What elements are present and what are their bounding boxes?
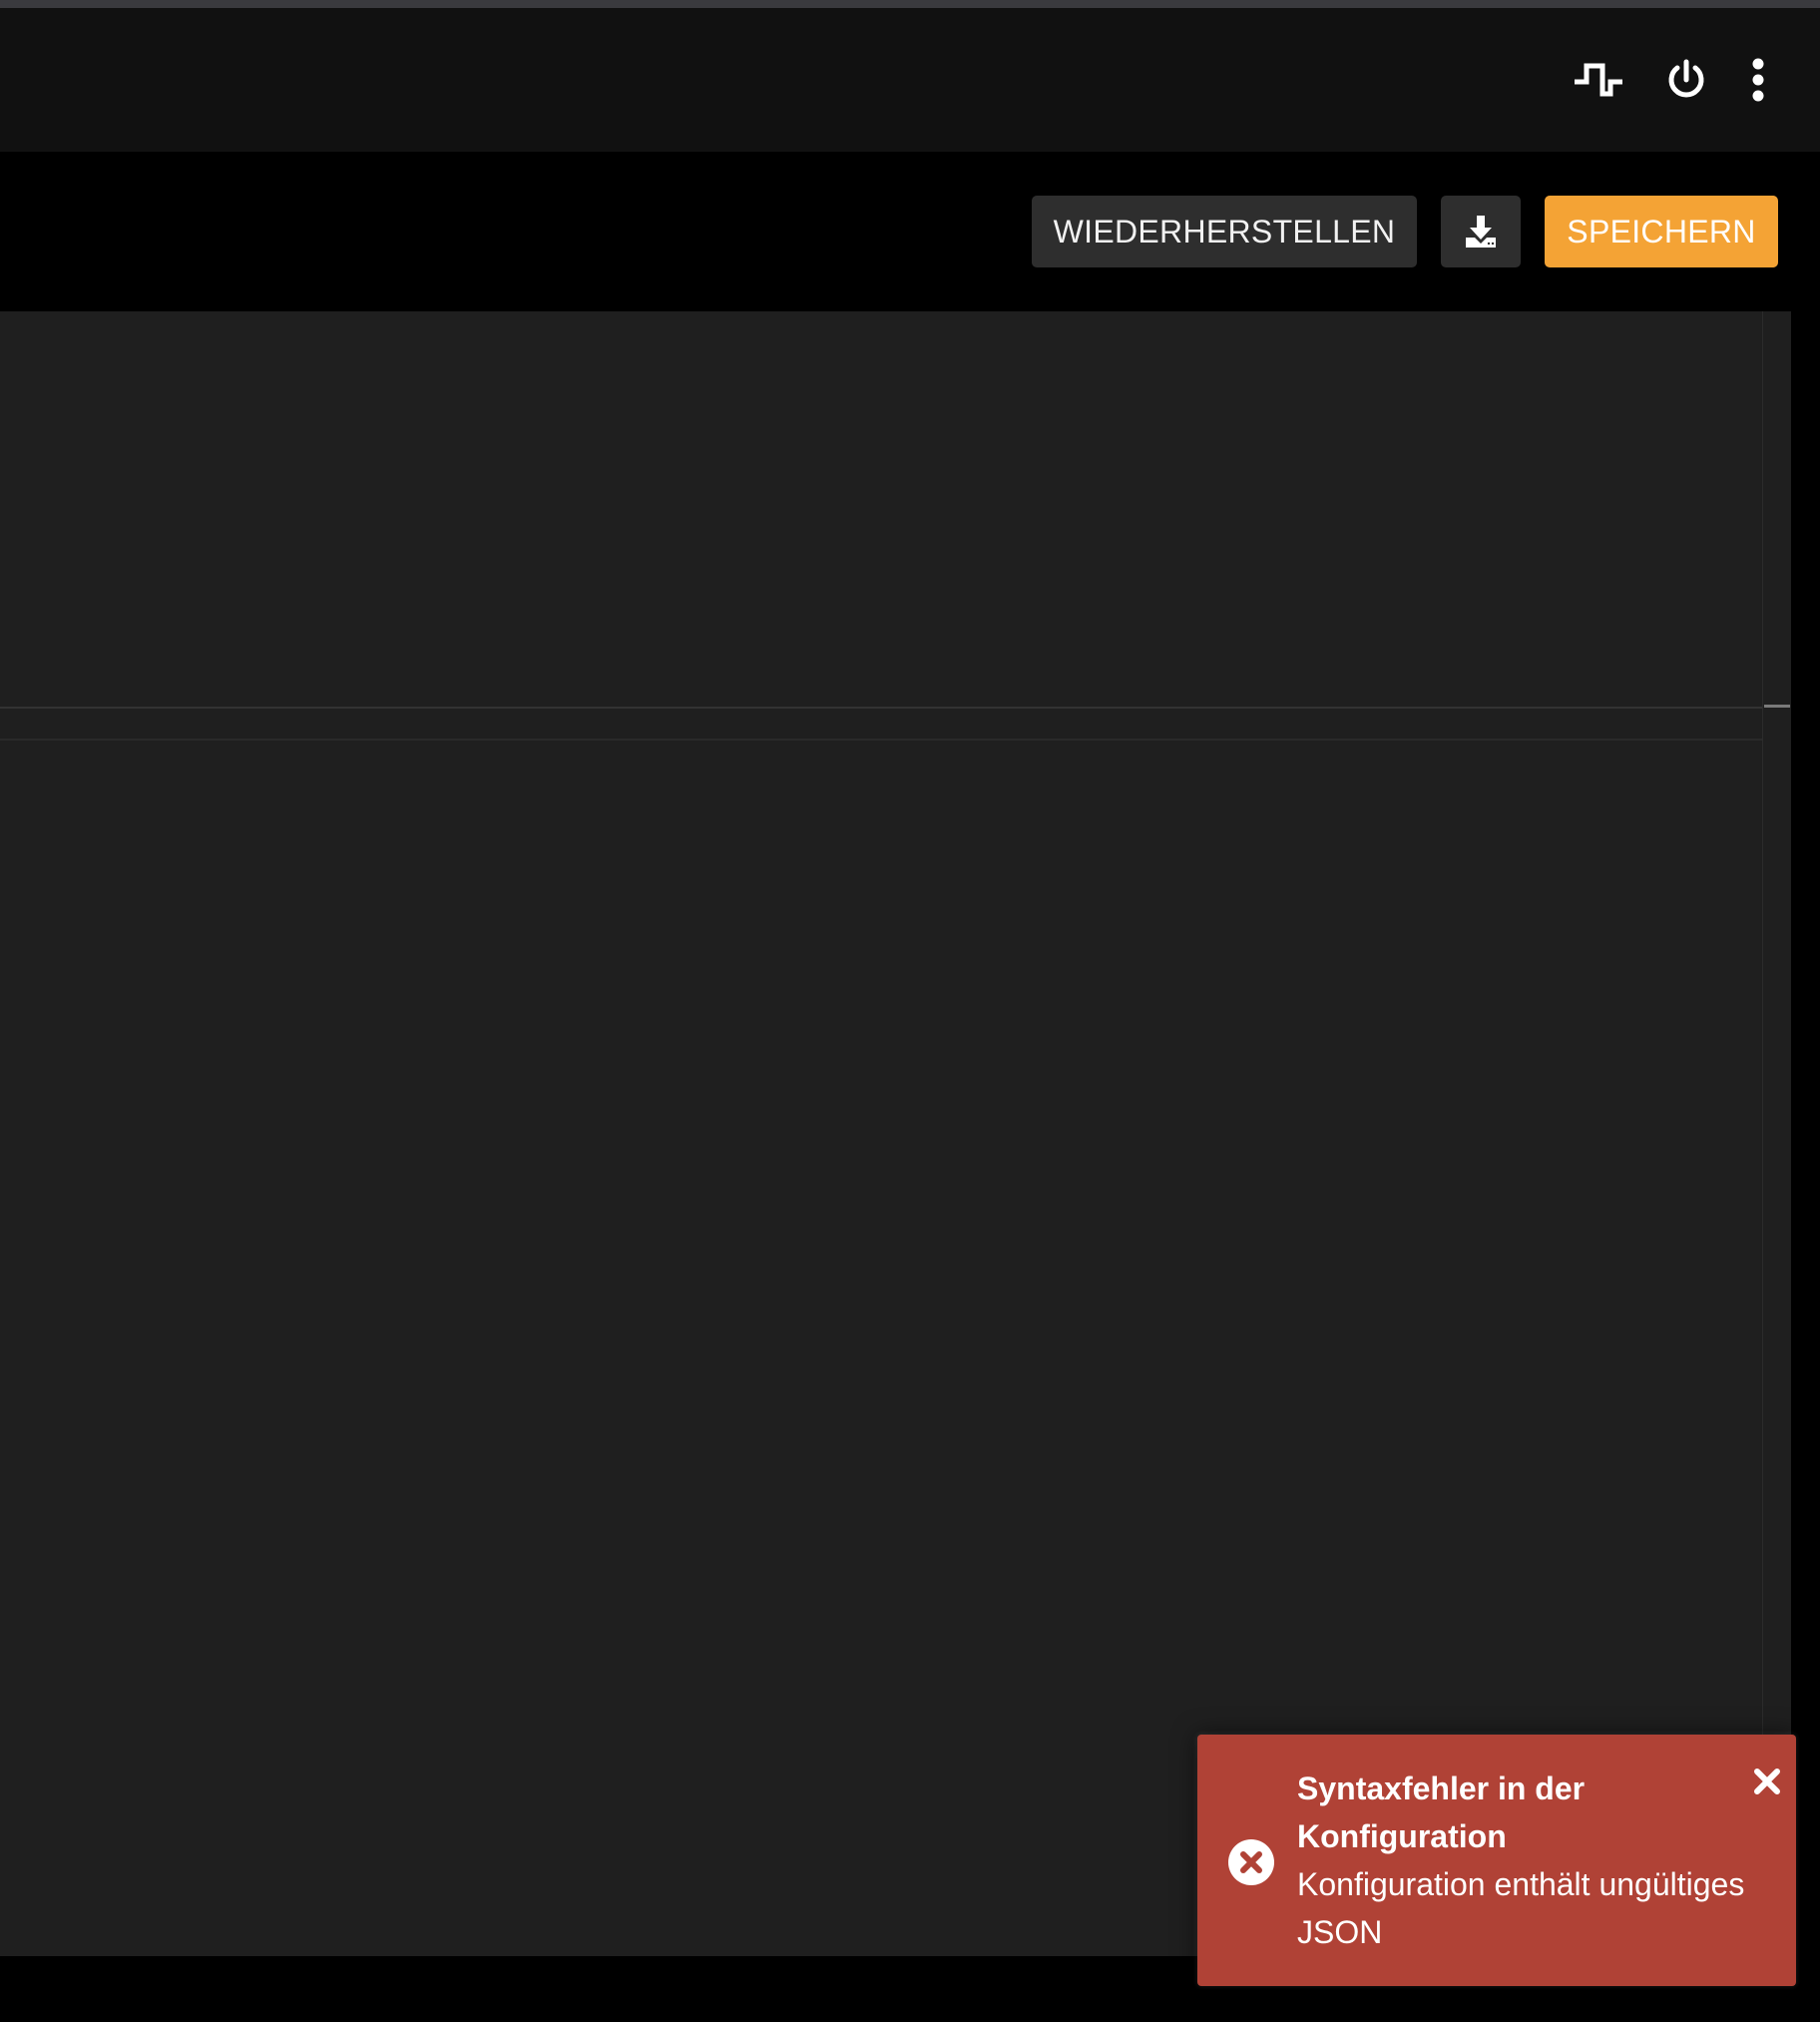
scrollbar-marker (1764, 705, 1790, 708)
error-toast: Syntaxfehler in der Konfiguration Konfig… (1197, 1735, 1796, 1986)
pulse-icon (1575, 63, 1622, 97)
pulse-button[interactable] (1567, 48, 1630, 112)
app-header (0, 8, 1820, 152)
error-circle-icon (1228, 1839, 1274, 1885)
toast-message: Konfiguration enthält ungültiges JSON (1297, 1866, 1745, 1950)
download-button[interactable] (1441, 196, 1521, 267)
code-editor[interactable] (0, 311, 1791, 1956)
editor-toolbar: WIEDERHERSTELLEN SPEICHERN (0, 152, 1820, 311)
power-icon (1668, 59, 1704, 98)
power-button[interactable] (1654, 48, 1718, 112)
editor-divider (0, 707, 1762, 709)
download-icon (1466, 216, 1496, 248)
editor-active-line (0, 739, 1762, 741)
save-button[interactable]: SPEICHERN (1545, 196, 1778, 267)
toast-title: Syntaxfehler in der Konfiguration (1297, 1770, 1586, 1854)
save-button-label: SPEICHERN (1567, 213, 1756, 250)
restore-button-label: WIEDERHERSTELLEN (1053, 213, 1396, 250)
window-top-strip (0, 0, 1820, 8)
more-vert-icon (1752, 58, 1764, 102)
editor-scrollbar[interactable] (1762, 311, 1791, 1956)
close-icon[interactable] (1752, 1767, 1782, 1796)
more-menu-button[interactable] (1726, 48, 1790, 112)
restore-button[interactable]: WIEDERHERSTELLEN (1032, 196, 1417, 267)
